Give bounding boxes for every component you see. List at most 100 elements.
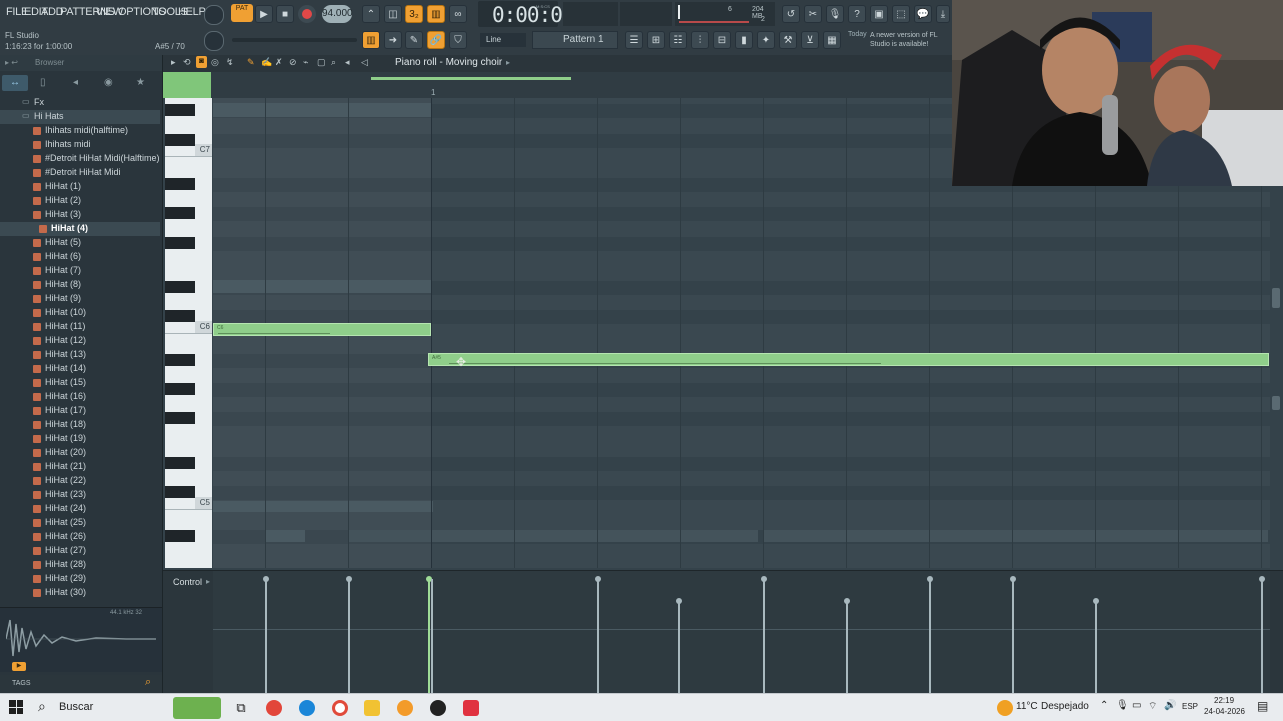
velocity-lane[interactable] — [213, 571, 1270, 694]
playlist-button[interactable]: ☰ — [625, 31, 643, 49]
volume-icon[interactable]: 🔊 — [1164, 700, 1176, 711]
microphone-icon[interactable]: 🎙 — [1116, 700, 1129, 711]
copilot-icon[interactable] — [266, 700, 282, 716]
tab-favorites[interactable]: ★ — [136, 77, 145, 88]
channel-rack-button[interactable]: ⊞ — [647, 31, 665, 49]
time-ruler[interactable]: 1 — [163, 72, 952, 98]
master-volume-knob[interactable] — [204, 5, 224, 25]
tags-label[interactable]: TAGS — [12, 680, 31, 687]
wait-input-button[interactable]: ◫ — [384, 5, 402, 23]
control-label[interactable]: Control — [173, 577, 202, 587]
pat-song-toggle[interactable]: PAT — [231, 4, 253, 22]
obs-icon[interactable] — [430, 700, 446, 716]
tab-files[interactable]: ▯ — [40, 77, 46, 88]
browser-item[interactable]: HiHat (2) — [0, 194, 160, 208]
pencil-tool-icon[interactable]: ✎ — [247, 57, 255, 68]
browser-item[interactable]: HiHat (16) — [0, 390, 160, 404]
stop-button[interactable]: ■ — [276, 5, 294, 23]
weather-desc[interactable]: Despejado — [1041, 701, 1089, 712]
browser-item[interactable]: HiHat (21) — [0, 460, 160, 474]
cut-button[interactable]: ✂ — [804, 5, 822, 23]
browser-item[interactable]: HiHat (29) — [0, 572, 160, 586]
black-key[interactable] — [165, 310, 195, 322]
play-preview-icon[interactable]: ▶ — [12, 662, 26, 671]
browser-item[interactable]: HiHat (28) — [0, 558, 160, 572]
clock-date[interactable]: 24-04-2026 — [1204, 707, 1245, 716]
undo-button[interactable]: ↺ — [782, 5, 800, 23]
black-key[interactable] — [165, 457, 195, 469]
browser-item[interactable]: HiHat (24) — [0, 502, 160, 516]
draw-tool-button[interactable]: ✎ — [405, 31, 423, 49]
zoom-tool-icon[interactable]: ⌕ — [331, 57, 336, 68]
horizontal-scroll-thumb[interactable] — [371, 77, 571, 80]
browser-item[interactable]: HiHat (13) — [0, 348, 160, 362]
browser-item[interactable]: HiHat (3) — [0, 208, 160, 222]
tab-all[interactable]: ↔ — [2, 75, 28, 91]
browser-item[interactable]: HiHat (12) — [0, 334, 160, 348]
browser-item[interactable]: HiHat (11) — [0, 320, 160, 334]
windows-start-icon[interactable] — [9, 700, 23, 714]
browser-arrows-icon[interactable]: ▸ ↩ — [5, 58, 18, 67]
note-c6[interactable]: C6 — [213, 323, 431, 336]
chrome-icon[interactable] — [332, 700, 348, 716]
plugin-picker-button[interactable]: ▮ — [735, 31, 753, 49]
browser-item[interactable]: HiHat (22) — [0, 474, 160, 488]
browser-item[interactable]: HiHat (30) — [0, 586, 160, 600]
browser-button[interactable]: ⊟ — [713, 31, 731, 49]
eq-button[interactable]: ⫶ — [691, 31, 709, 49]
step-edit-button[interactable]: ▥ — [427, 5, 445, 23]
browser-item[interactable]: HiHat (23) — [0, 488, 160, 502]
weather-temp[interactable]: 11°C — [1016, 701, 1038, 712]
slice-tool-icon[interactable]: ⌁ — [303, 57, 308, 68]
mixer-button[interactable]: ☷ — [669, 31, 687, 49]
browser-item[interactable]: HiHat (8) — [0, 278, 160, 292]
note-a-sharp-5[interactable]: A#5 — [428, 353, 1269, 366]
piano-roll-button[interactable]: ▥ — [362, 31, 380, 49]
language-indicator[interactable]: ESP — [1182, 702, 1198, 711]
touch-keyboard-button[interactable]: ✦ — [757, 31, 775, 49]
title-arrow-icon[interactable]: ▸ — [506, 58, 510, 67]
time-display-panel[interactable]: 0:00:00 M:S:CS — [478, 1, 575, 27]
browser-item[interactable]: #Detroit HiHat Midi(Halftime) — [0, 152, 160, 166]
browser-item[interactable]: HiHat (27) — [0, 544, 160, 558]
notifications-icon[interactable]: ▤ — [1257, 699, 1268, 713]
search-icon[interactable]: ⌕ — [145, 676, 151, 689]
browser-item[interactable]: HiHat (25) — [0, 516, 160, 530]
snap-selector[interactable]: Line — [480, 33, 526, 47]
playback-tool-icon[interactable]: ◂ — [345, 57, 350, 68]
browser-item[interactable]: HiHat (14) — [0, 362, 160, 376]
black-key[interactable] — [165, 486, 195, 498]
clock-time[interactable]: 22:19 — [1214, 696, 1234, 705]
news-text[interactable]: A newer version of FL Studio is availabl… — [870, 31, 942, 49]
loop-record-button[interactable]: ∞ — [449, 5, 467, 23]
black-key[interactable] — [165, 281, 195, 293]
menu-help[interactable]: HELP — [178, 6, 206, 18]
black-key[interactable] — [165, 530, 195, 542]
cart-button[interactable]: ⊻ — [801, 31, 819, 49]
record-button[interactable] — [298, 5, 316, 23]
tray-chevron-icon[interactable]: ⌃ — [1100, 700, 1108, 711]
plugin-button[interactable]: ⬚ — [892, 5, 910, 23]
paint-tool-icon[interactable]: ✍ — [261, 57, 272, 68]
browser-item[interactable]: HiHat (1) — [0, 180, 160, 194]
browser-item[interactable]: HiHat (17) — [0, 404, 160, 418]
tab-audio[interactable]: ◂ — [73, 77, 78, 88]
chat-button[interactable]: 💬 — [914, 5, 932, 23]
scroll-thumb-upper[interactable] — [1272, 288, 1280, 308]
black-key[interactable] — [165, 383, 195, 395]
tree-folder-fx[interactable]: ▭ Fx — [0, 96, 162, 110]
browser-item[interactable]: HiHat (18) — [0, 418, 160, 432]
browser-item[interactable]: HiHat (10) — [0, 306, 160, 320]
browser-item[interactable]: #Detroit HiHat Midi — [0, 166, 160, 180]
master-slider[interactable] — [232, 38, 357, 42]
download-button[interactable]: ⤓ — [936, 5, 950, 23]
black-key[interactable] — [165, 237, 195, 249]
mic-button[interactable]: 🎙 — [826, 5, 844, 23]
taskbar-search[interactable]: Buscar — [59, 701, 93, 713]
arrow-tool-button[interactable]: ➜ — [384, 31, 402, 49]
select-tool-icon[interactable]: ▢ — [317, 57, 326, 68]
scroll-thumb-lower[interactable] — [1272, 396, 1280, 410]
browser-item[interactable]: HiHat (20) — [0, 446, 160, 460]
black-key[interactable] — [165, 178, 195, 190]
mute-tool-icon[interactable]: ⊘ — [289, 57, 297, 68]
